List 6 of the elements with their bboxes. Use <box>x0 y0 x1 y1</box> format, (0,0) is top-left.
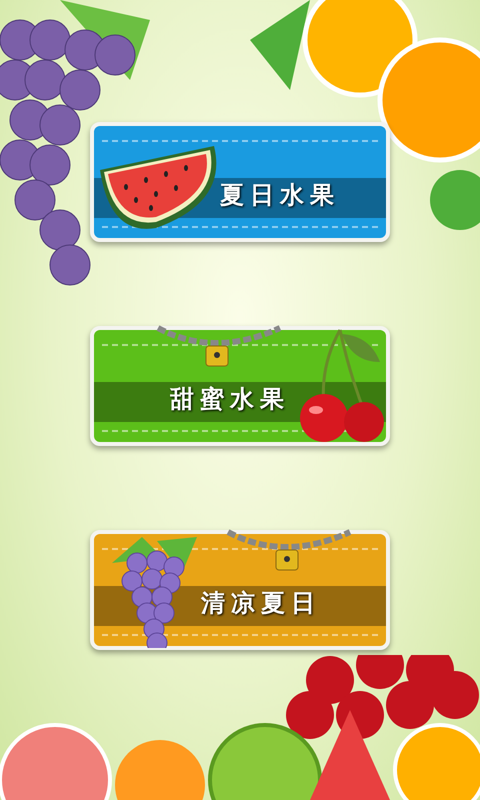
level-button[interactable]: 夏日水果 <box>90 122 390 242</box>
level-title: 夏日水果 <box>220 181 340 211</box>
level-button[interactable]: 甜蜜水果 <box>90 326 390 446</box>
level-title: 清凉夏日 <box>201 589 321 619</box>
level-button[interactable]: 清凉夏日 <box>90 530 390 650</box>
level-title: 甜蜜水果 <box>170 385 290 415</box>
